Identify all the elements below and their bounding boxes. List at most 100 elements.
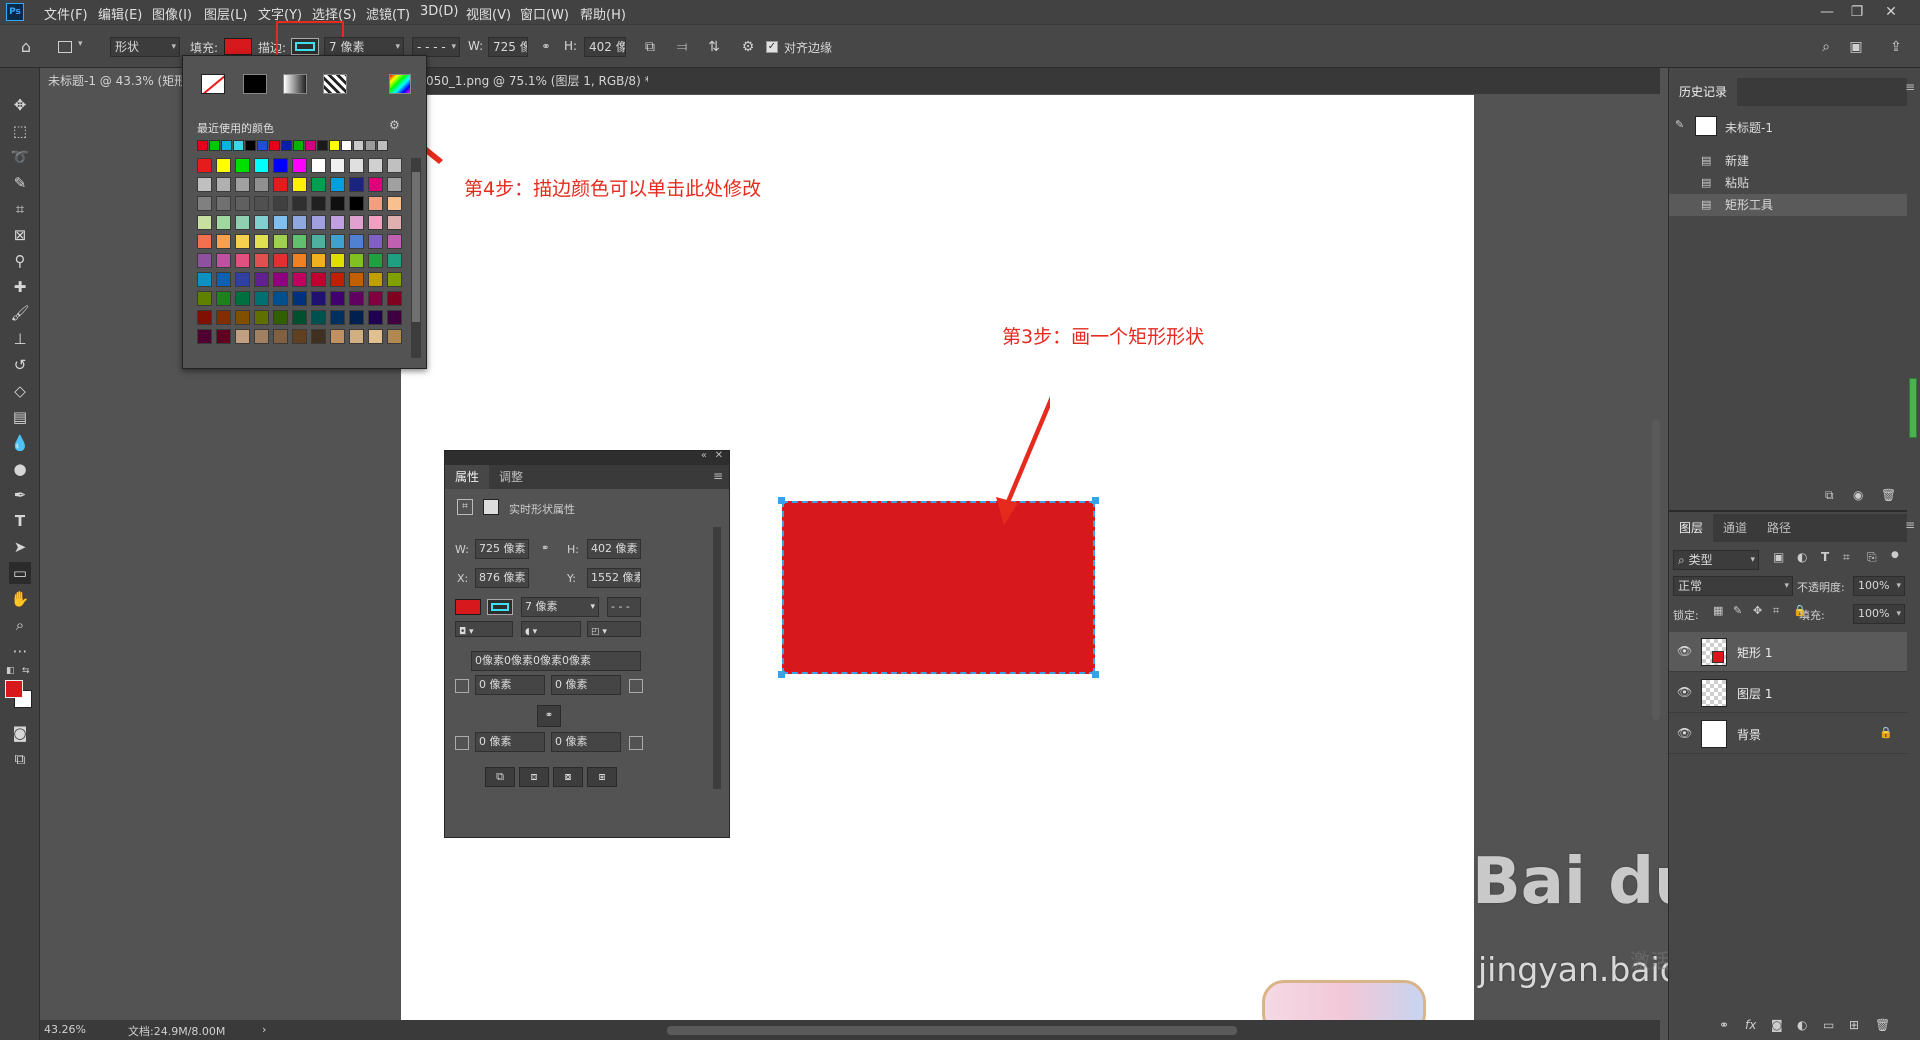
color-swatch[interactable] (368, 291, 383, 306)
color-swatch[interactable] (387, 291, 402, 306)
path-operations-icon[interactable]: ⧉ (640, 37, 660, 57)
menu-edit[interactable]: 编辑(E) (98, 4, 142, 23)
eye-visibility-icon[interactable]: 👁 (1677, 685, 1692, 699)
color-swatch[interactable] (235, 177, 250, 192)
minimize-button[interactable]: — (1812, 2, 1842, 22)
recent-color-swatch[interactable] (245, 140, 256, 151)
new-layer-icon[interactable]: ⊞ (1849, 1018, 1859, 1032)
tab-untitled-1[interactable]: 未标题-1 @ 43.3% (矩形 (40, 68, 190, 94)
stroke-cap-dropdown[interactable]: ◖ ▾ (521, 621, 581, 637)
tool-preset-picker[interactable]: ▾ (54, 37, 90, 57)
subtract-shape-button[interactable]: ⧈ (519, 767, 549, 787)
combine-shapes-button[interactable]: ⧉ (485, 767, 515, 787)
adjustment-layer-icon[interactable]: ◐ (1797, 1018, 1807, 1032)
panel-menu-icon[interactable]: ≡ (1905, 518, 1915, 532)
add-mask-icon[interactable]: ◙ (1771, 1018, 1783, 1032)
path-arrangement-icon[interactable]: ⇅ (704, 37, 724, 57)
recent-color-swatch[interactable] (269, 140, 280, 151)
gradient-tool-icon[interactable]: ▤ (9, 406, 31, 428)
color-swatch[interactable] (197, 310, 212, 325)
recent-color-swatch[interactable] (257, 140, 268, 151)
lock-position-icon[interactable]: ✥ (1753, 604, 1762, 617)
quick-mask-icon[interactable]: ◙ (9, 722, 31, 744)
color-swatch[interactable] (254, 234, 269, 249)
transform-handle[interactable] (1092, 671, 1099, 678)
color-swatch[interactable] (216, 234, 231, 249)
restore-button[interactable]: ❐ (1842, 2, 1872, 22)
color-swatch[interactable] (292, 177, 307, 192)
tab-layers[interactable]: 图层 (1669, 514, 1714, 542)
color-swatch[interactable] (330, 310, 345, 325)
move-tool-icon[interactable]: ✥ (9, 94, 31, 116)
properties-scrollbar[interactable] (713, 527, 721, 789)
color-swatch[interactable] (216, 291, 231, 306)
menu-3d[interactable]: 3D(D) (420, 4, 458, 19)
collapse-icon[interactable]: « (701, 450, 707, 461)
fx-icon[interactable]: fx (1745, 1018, 1756, 1032)
menu-help[interactable]: 帮助(H) (580, 4, 626, 23)
color-swatch[interactable] (311, 310, 326, 325)
zoom-tool-icon[interactable]: ⌕ (9, 614, 31, 636)
path-alignment-icon[interactable]: ⫤ (672, 37, 692, 57)
color-swatch[interactable] (330, 253, 345, 268)
color-swatch[interactable] (387, 253, 402, 268)
properties-panel-header[interactable]: « ✕ (445, 450, 729, 465)
corner-tr-checkbox[interactable] (629, 679, 643, 693)
color-swatch[interactable] (311, 291, 326, 306)
mode-dropdown[interactable]: 形状 ▾ (110, 37, 180, 57)
vertical-scrollbar[interactable] (1652, 420, 1660, 720)
color-swatch[interactable] (311, 272, 326, 287)
rectangle-tool-icon[interactable]: ▭ (9, 562, 31, 584)
color-swatch[interactable] (349, 158, 364, 173)
color-swatch[interactable] (273, 272, 288, 287)
recent-color-swatch[interactable] (305, 140, 316, 151)
color-swatch[interactable] (349, 177, 364, 192)
color-swatch[interactable] (273, 215, 288, 230)
swatch-menu-gear-icon[interactable]: ⚙ (389, 118, 400, 132)
menu-window[interactable]: 窗口(W) (520, 4, 569, 23)
lock-pixels-icon[interactable]: ✎ (1733, 604, 1742, 617)
link-icon[interactable]: ⚭ (536, 37, 556, 57)
menu-file[interactable]: 文件(F) (44, 4, 88, 23)
color-swatch[interactable] (254, 158, 269, 173)
stroke-corner-dropdown[interactable]: ◰ ▾ (587, 621, 641, 637)
color-swatch[interactable] (216, 272, 231, 287)
color-swatch[interactable] (273, 310, 288, 325)
color-swatch[interactable] (368, 329, 383, 344)
swatch-scrollbar[interactable] (411, 158, 421, 358)
color-swatch[interactable] (311, 329, 326, 344)
color-swatch[interactable] (254, 291, 269, 306)
search-icon[interactable]: ⌕ (1816, 37, 1836, 57)
color-swatch[interactable] (292, 215, 307, 230)
color-swatch[interactable] (292, 158, 307, 173)
stroke-width-dropdown[interactable]: 7 像素 ▾ (521, 597, 599, 617)
corner-tr-input[interactable]: 0 像素 (551, 675, 621, 695)
eyedropper-tool-icon[interactable]: ⚲ (9, 250, 31, 272)
color-swatch[interactable] (235, 272, 250, 287)
tab-properties[interactable]: 属性 (445, 465, 490, 489)
healing-brush-tool-icon[interactable]: ✚ (9, 276, 31, 298)
fill-input[interactable]: 100% ▾ (1853, 604, 1905, 624)
layer-row-rectangle-1[interactable]: 👁 矩形 1 (1669, 632, 1907, 672)
color-swatch[interactable] (216, 158, 231, 173)
recent-color-swatch[interactable] (197, 140, 208, 151)
close-icon[interactable]: ✕ (715, 450, 723, 461)
lock-artboard-icon[interactable]: ⌗ (1773, 604, 1779, 618)
recent-color-swatch[interactable] (317, 140, 328, 151)
history-brush-tool-icon[interactable]: ↺ (9, 354, 31, 376)
corner-tl-checkbox[interactable] (455, 679, 469, 693)
color-swatch[interactable] (235, 215, 250, 230)
color-swatch[interactable] (216, 196, 231, 211)
filter-toggle-icon[interactable]: ● (1891, 550, 1899, 560)
dodge-tool-icon[interactable]: ● (9, 458, 31, 480)
color-swatch[interactable] (216, 329, 231, 344)
tab-history[interactable]: 历史记录 (1669, 78, 1738, 106)
color-swatch[interactable] (216, 177, 231, 192)
color-picker-button[interactable] (389, 74, 411, 94)
color-swatch[interactable] (330, 177, 345, 192)
blend-mode-dropdown[interactable]: 正常 ▾ (1673, 576, 1793, 596)
opacity-input[interactable]: 100% ▾ (1853, 576, 1905, 596)
color-swatch[interactable] (387, 158, 402, 173)
trash-icon[interactable]: 🗑 (1875, 1018, 1890, 1032)
transform-handle[interactable] (778, 497, 785, 504)
